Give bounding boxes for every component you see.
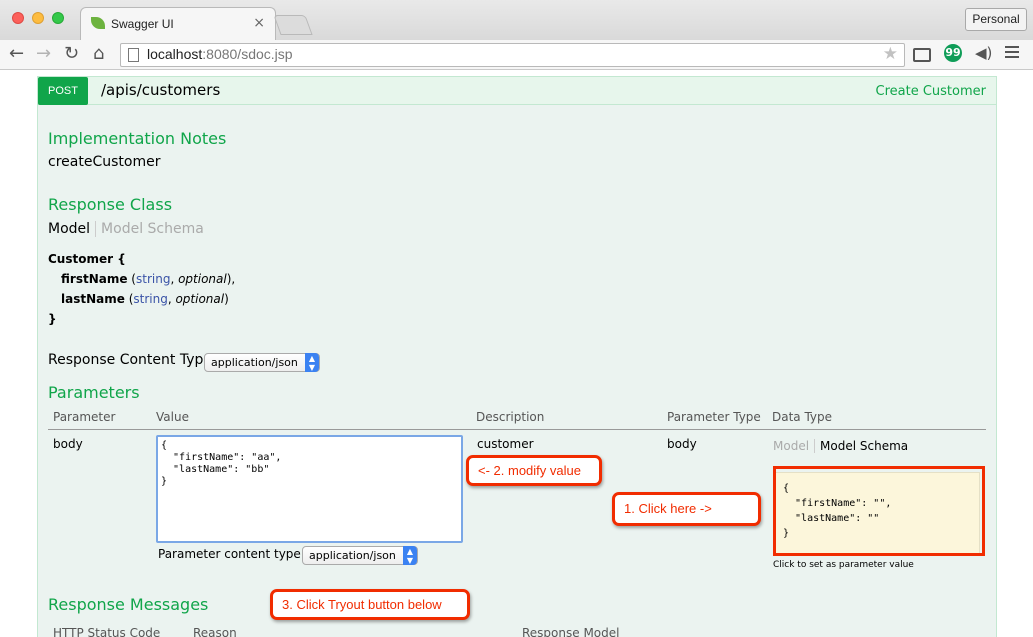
callout-tryout: 3. Click Tryout button below: [270, 589, 470, 620]
response-class-heading: Response Class: [48, 195, 173, 214]
model-prop-row: lastName (string, optional): [61, 292, 229, 306]
window-minimize-icon[interactable]: [32, 12, 44, 24]
model-name: Customer {: [48, 252, 126, 266]
url-host: localhost: [147, 46, 203, 62]
col-description: Description: [476, 410, 545, 424]
highlight-box: [773, 466, 985, 556]
hangouts-icon[interactable]: 99: [944, 44, 962, 62]
forward-arrow-icon[interactable]: →: [36, 43, 51, 65]
select-value: application/json: [211, 356, 298, 369]
response-content-type-select[interactable]: application/json ▲ ▼: [204, 353, 320, 372]
response-messages-heading: Response Messages: [48, 595, 209, 614]
col-value: Value: [156, 410, 189, 424]
tab-close-icon[interactable]: ×: [253, 15, 265, 31]
operation-summary[interactable]: Create Customer: [876, 84, 986, 99]
model-close: }: [48, 312, 57, 326]
home-icon[interactable]: ⌂: [93, 43, 104, 65]
url-text[interactable]: localhost:8080/sdoc.jsp: [147, 46, 293, 62]
col-parameter: Parameter: [53, 410, 116, 424]
cast-icon[interactable]: [913, 48, 931, 62]
browser-tab[interactable]: Swagger UI ×: [80, 7, 276, 40]
star-icon[interactable]: ★: [883, 44, 898, 64]
response-model-tabs: Model Model Schema: [48, 221, 204, 237]
prop-name: lastName: [61, 292, 125, 306]
callout-modify-value: <- 2. modify value: [466, 455, 602, 486]
back-arrow-icon[interactable]: ←: [9, 43, 24, 65]
col-parameter-type: Parameter Type: [667, 410, 761, 424]
prop-optional: optional: [175, 292, 225, 306]
browser-titlebar: Swagger UI × Personal: [0, 0, 1033, 40]
response-content-type-label: Response Content Type: [48, 352, 212, 368]
tab-title: Swagger UI: [111, 17, 174, 31]
tab-model[interactable]: Model: [48, 221, 97, 237]
dt-tab-model[interactable]: Model: [773, 439, 816, 453]
implementation-notes-text: createCustomer: [48, 154, 161, 170]
param-description: customer: [477, 437, 534, 451]
param-content-type-label: Parameter content type:: [158, 547, 305, 561]
spring-leaf-icon: [91, 17, 105, 29]
dt-tab-model-schema[interactable]: Model Schema: [815, 439, 908, 453]
window-close-icon[interactable]: [12, 12, 24, 24]
operation-heading[interactable]: POST /apis/customers Create Customer: [38, 77, 996, 105]
model-prop-row: firstName (string, optional),: [61, 272, 236, 286]
select-arrows-icon: ▲ ▼: [305, 353, 319, 372]
callout-click-here: 1. Click here ->: [612, 492, 761, 526]
browser-toolbar: ← → ↻ ⌂ localhost:8080/sdoc.jsp ★ 99 ◀): [0, 40, 1033, 70]
page-content: POST /apis/customers Create Customer Imp…: [0, 71, 1033, 637]
col-reason: Reason: [193, 626, 237, 637]
reload-icon[interactable]: ↻: [64, 43, 79, 65]
schema-hint-text: Click to set as parameter value: [773, 560, 914, 570]
param-type: body: [667, 437, 697, 451]
col-data-type: Data Type: [772, 410, 833, 424]
col-response-model: Response Model: [522, 626, 620, 637]
prop-end: ),: [226, 272, 236, 286]
model-signature: Customer { firstName (string, optional),…: [48, 249, 235, 329]
parameters-table-header: Parameter Value Description Parameter Ty…: [48, 410, 986, 430]
prop-optional: optional: [178, 272, 227, 286]
parameters-heading: Parameters: [48, 383, 140, 402]
prop-name: firstName: [61, 272, 128, 286]
menu-icon[interactable]: [1005, 46, 1019, 61]
prop-end: ): [224, 292, 229, 306]
prop-type: string: [133, 292, 168, 306]
page-icon: [128, 48, 139, 62]
profile-button[interactable]: Personal: [965, 8, 1027, 31]
operation-path[interactable]: /apis/customers: [101, 81, 220, 99]
new-tab-button[interactable]: [273, 15, 313, 35]
audio-icon[interactable]: ◀): [975, 44, 993, 62]
tab-model-schema[interactable]: Model Schema: [96, 221, 204, 237]
window-maximize-icon[interactable]: [52, 12, 64, 24]
http-method-badge[interactable]: POST: [38, 77, 88, 105]
col-http-status: HTTP Status Code: [53, 626, 161, 637]
prop-type: string: [135, 272, 171, 286]
param-body-textarea[interactable]: { "firstName": "aa", "lastName": "bb" }: [156, 435, 463, 543]
select-value: application/json: [309, 549, 396, 562]
param-name: body: [53, 437, 83, 451]
url-path: :8080/sdoc.jsp: [202, 46, 293, 62]
param-content-type-select[interactable]: application/json ▲ ▼: [302, 546, 418, 565]
datatype-model-tabs: Model Model Schema: [773, 439, 908, 453]
address-bar[interactable]: localhost:8080/sdoc.jsp ★: [120, 43, 905, 67]
select-arrows-icon: ▲ ▼: [403, 546, 417, 565]
implementation-notes-heading: Implementation Notes: [48, 129, 227, 148]
